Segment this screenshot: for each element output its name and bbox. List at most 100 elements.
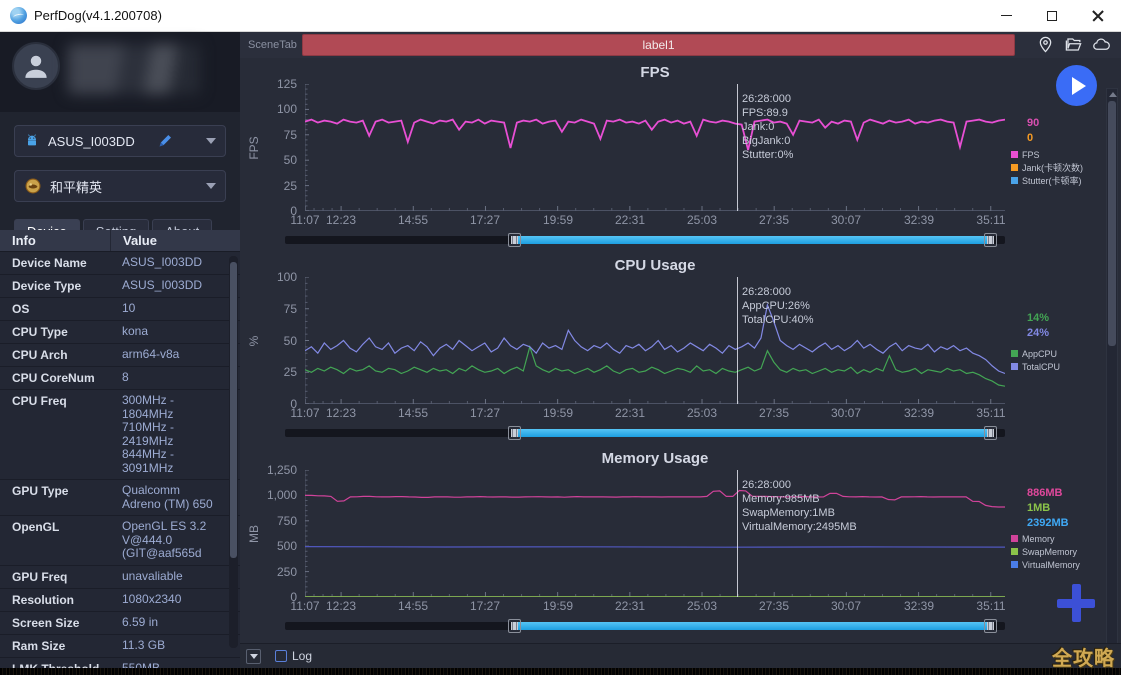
slider-handle-left[interactable] — [508, 233, 521, 247]
x-tick-label: 25:03 — [687, 599, 717, 613]
row-label: CPU Type — [0, 321, 110, 343]
x-tick-label: 35:11 — [976, 599, 1005, 613]
row-label: CPU Arch — [0, 344, 110, 366]
table-scrollbar[interactable] — [229, 256, 238, 648]
y-tick-label: 50 — [284, 154, 297, 166]
x-tick-label: 11:07 — [290, 599, 319, 613]
chart-title: FPS — [305, 62, 1005, 84]
table-row: Resolution1080x2340 — [0, 589, 240, 612]
series-line-Memory — [305, 491, 1005, 508]
cpu-plot[interactable]: 26:28:000AppCPU:26%TotalCPU:40% — [305, 277, 1005, 404]
scene-tab-label: SceneTab — [248, 39, 297, 51]
row-label: Device Name — [0, 252, 110, 274]
app-select[interactable]: 和平精英 — [14, 170, 226, 202]
legend-item[interactable]: TotalCPU — [1011, 360, 1060, 373]
main-scrollbar[interactable] — [1106, 88, 1118, 668]
series-line-VirtualMemory — [305, 547, 1005, 548]
sidebar: ASUS_I003DD 和平精英 — [0, 32, 240, 668]
scroll-up-icon[interactable] — [1109, 92, 1117, 97]
x-tick-label: 17:27 — [470, 599, 500, 613]
cpu-range-slider[interactable] — [285, 421, 1005, 445]
x-axis-labels: 11:0712:2314:5517:2719:5922:3125:0327:35… — [305, 597, 1005, 614]
row-label: CPU Freq — [0, 390, 110, 479]
log-label: Log — [292, 649, 312, 663]
header-info: Info — [0, 230, 110, 251]
x-tick-label: 27:35 — [759, 406, 789, 420]
play-button[interactable] — [1056, 65, 1097, 106]
y-axis: MB02505007501,0001,250 — [240, 470, 305, 597]
legend-color-swatch — [1011, 177, 1018, 184]
y-axis: %0255075100 — [240, 277, 305, 404]
y-tick-label: 50 — [284, 335, 297, 347]
legend-label: TotalCPU — [1022, 362, 1060, 372]
slider-handle-left[interactable] — [508, 426, 521, 440]
legend-item[interactable]: Jank(卡顿次数) — [1011, 161, 1083, 174]
fps-legend: FPSJank(卡顿次数)Stutter(卡顿率) — [1011, 148, 1083, 187]
x-tick-label: 22:31 — [615, 599, 645, 613]
legend-color-swatch — [1011, 535, 1018, 542]
y-tick-label: 100 — [277, 271, 297, 283]
fps-range-slider[interactable] — [285, 228, 1005, 252]
user-avatar[interactable] — [12, 42, 60, 90]
x-axis-labels: 11:0712:2314:5517:2719:5922:3125:0327:35… — [305, 211, 1005, 228]
bottom-noise-strip — [0, 668, 1121, 675]
legend-item[interactable]: Stutter(卡顿率) — [1011, 174, 1083, 187]
legend-item[interactable]: AppCPU — [1011, 347, 1060, 360]
location-pin-icon[interactable] — [1036, 35, 1055, 54]
table-row: CPU Typekona — [0, 321, 240, 344]
memory-range-slider[interactable] — [285, 614, 1005, 638]
device-select[interactable]: ASUS_I003DD — [14, 125, 226, 157]
close-button[interactable] — [1075, 0, 1121, 31]
x-tick-label: 17:27 — [470, 406, 500, 420]
header-value: Value — [110, 230, 240, 251]
table-header: Info Value — [0, 230, 240, 252]
perfdog-window: PerfDog(v4.1.200708) — [0, 0, 1121, 675]
user-section — [0, 32, 240, 112]
folder-icon[interactable] — [1064, 35, 1083, 54]
add-chart-button[interactable] — [1057, 584, 1095, 622]
legend-item[interactable]: SwapMemory — [1011, 545, 1080, 558]
legend-item[interactable]: Memory — [1011, 532, 1080, 545]
x-tick-label: 32:39 — [904, 213, 934, 227]
legend-item[interactable]: VirtualMemory — [1011, 558, 1080, 571]
right-panel: 886MB1MB2392MB MemorySwapMemoryVirtualMe… — [1005, 470, 1121, 597]
x-tick-label: 30:07 — [831, 406, 861, 420]
current-value-label: 14% — [1027, 311, 1049, 326]
memory-plot[interactable]: 26:28:000Memory:985MBSwapMemory:1MBVirtu… — [305, 470, 1005, 597]
row-value: 550MB — [110, 658, 240, 669]
collapse-button[interactable] — [246, 649, 261, 664]
cloud-icon[interactable] — [1092, 35, 1111, 54]
game-app-icon — [24, 177, 42, 195]
y-tick-label: 75 — [284, 129, 297, 141]
scene-label1-bar[interactable]: label1 — [302, 34, 1015, 56]
main-scrollbar-thumb[interactable] — [1108, 101, 1116, 346]
app-name-label: 和平精英 — [50, 177, 102, 196]
current-value-label: 90 — [1027, 116, 1039, 131]
legend-label: Jank(卡顿次数) — [1022, 161, 1083, 174]
minimize-button[interactable] — [983, 0, 1029, 31]
maximize-button[interactable] — [1029, 0, 1075, 31]
legend-label: FPS — [1022, 150, 1040, 160]
current-values: 900 — [1027, 116, 1039, 146]
fps-plot[interactable]: 26:28:000FPS:89.9Jank:0BigJank:0Stutter:… — [305, 84, 1005, 211]
slider-handle-right[interactable] — [984, 619, 997, 633]
chart-title: Memory Usage — [305, 448, 1005, 470]
log-checkbox[interactable] — [275, 650, 287, 662]
slider-handle-left[interactable] — [508, 619, 521, 633]
row-value: 10 — [110, 298, 240, 320]
table-row: OpenGLOpenGL ES 3.2 V@444.0 (GIT@aaf565d — [0, 516, 240, 566]
x-tick-label: 32:39 — [904, 599, 934, 613]
current-value-label: 24% — [1027, 326, 1049, 341]
table-row: GPU TypeQualcomm Adreno (TM) 650 — [0, 480, 240, 516]
row-value: OpenGL ES 3.2 V@444.0 (GIT@aaf565d — [110, 516, 240, 565]
table-scrollbar-thumb[interactable] — [230, 262, 237, 558]
cursor-line — [737, 84, 738, 211]
edit-pen-icon[interactable] — [157, 133, 173, 149]
y-tick-label: 75 — [284, 303, 297, 315]
legend-item[interactable]: FPS — [1011, 148, 1083, 161]
slider-handle-right[interactable] — [984, 233, 997, 247]
row-label: OS — [0, 298, 110, 320]
row-value: 6.59 in — [110, 612, 240, 634]
legend-color-swatch — [1011, 151, 1018, 158]
slider-handle-right[interactable] — [984, 426, 997, 440]
